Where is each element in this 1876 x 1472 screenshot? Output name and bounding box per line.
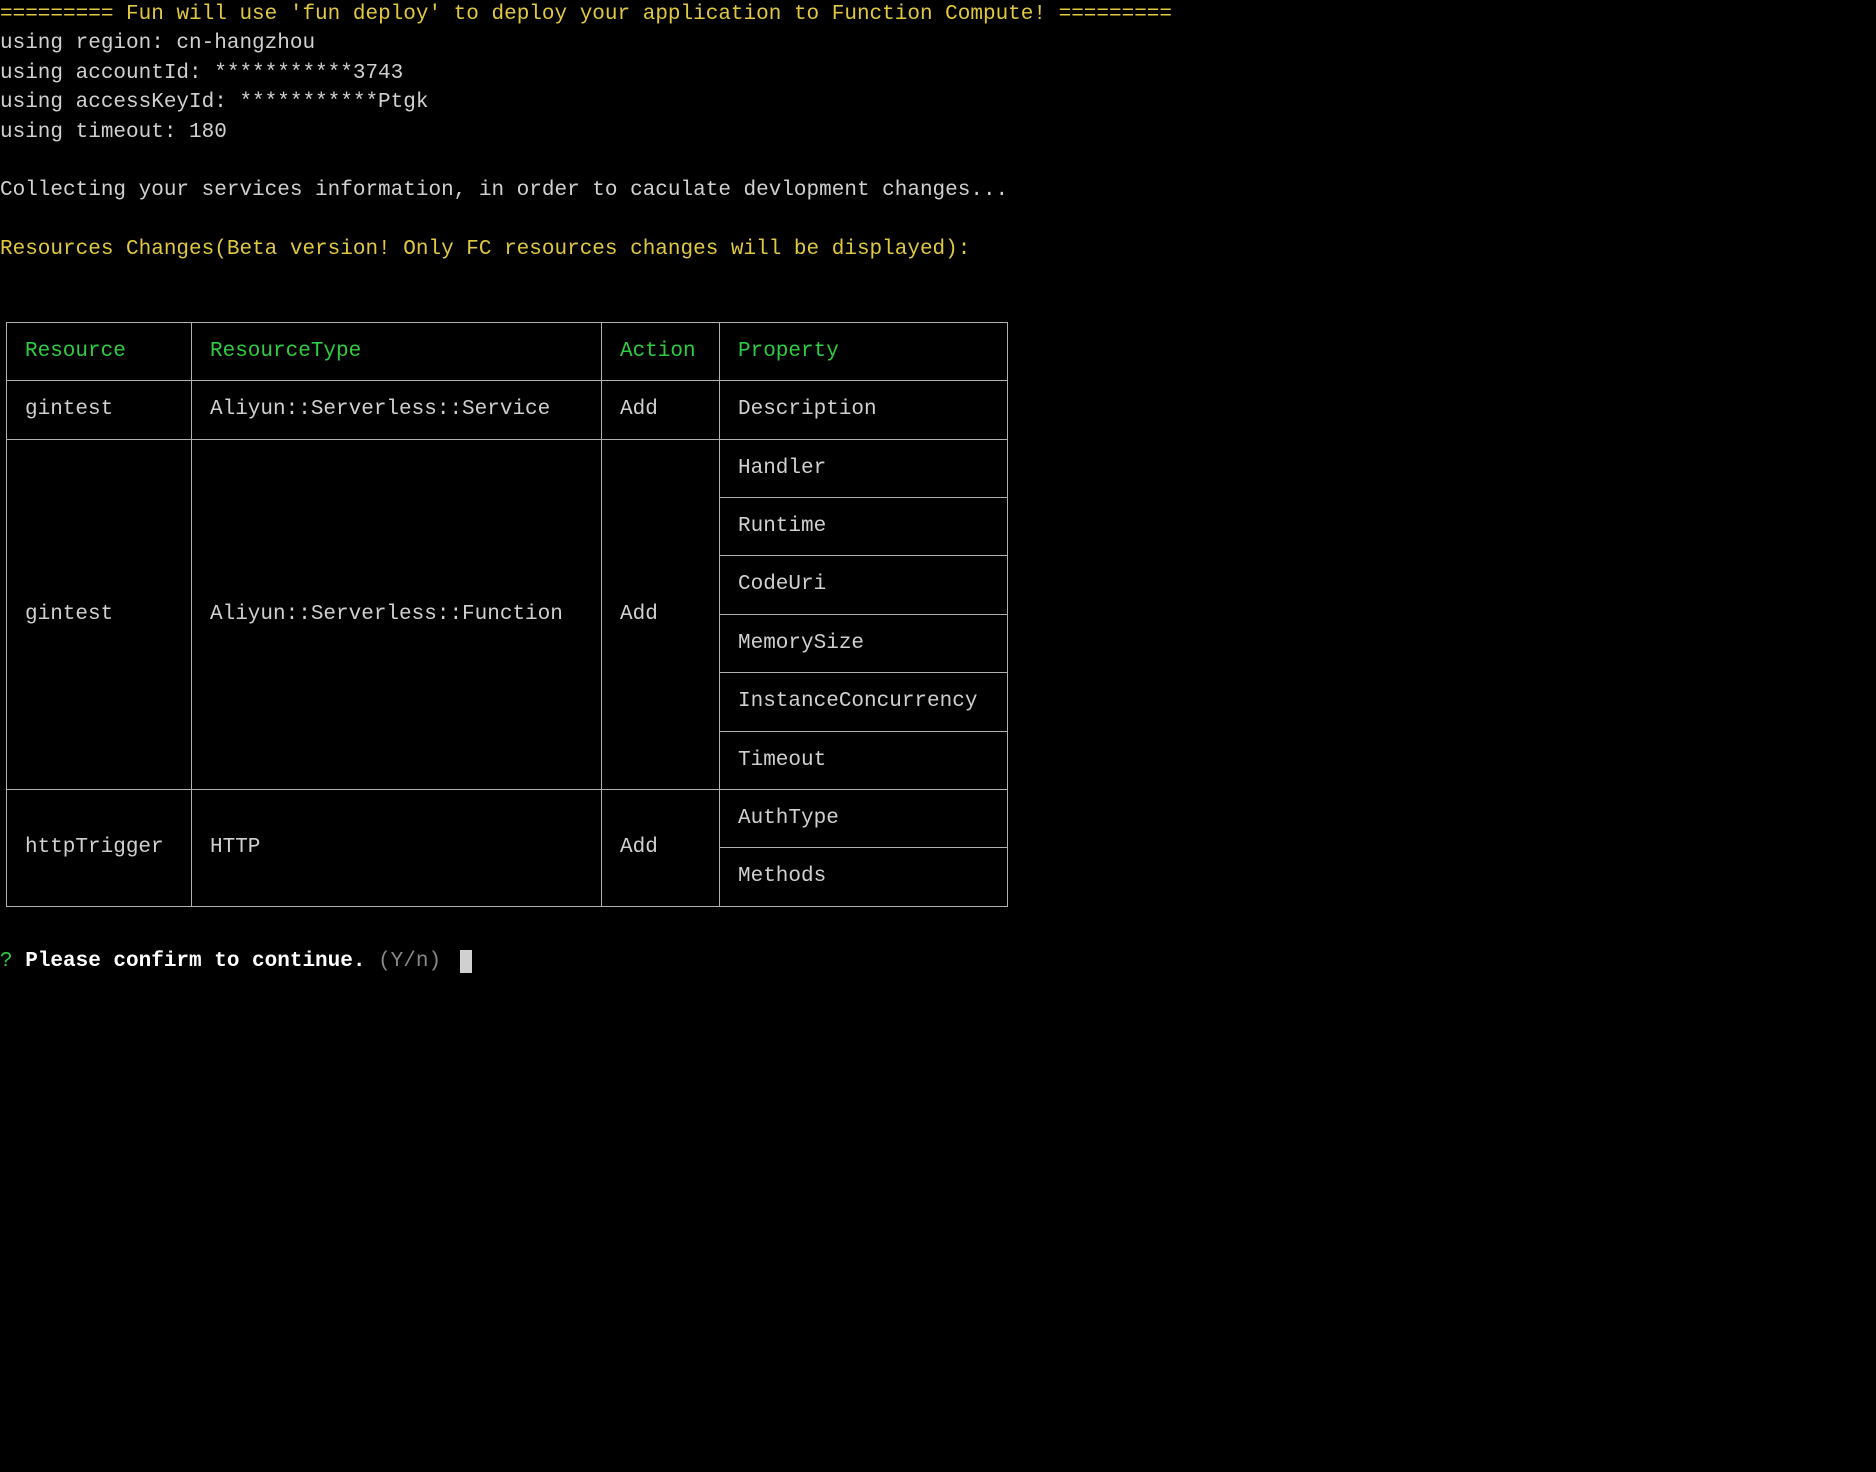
table-row: gintest Aliyun::Serverless::Service Add … xyxy=(7,381,1008,439)
property-item: Runtime xyxy=(720,498,1007,556)
cell-resource: httpTrigger xyxy=(7,790,192,907)
table-row: gintest Aliyun::Serverless::Function Add… xyxy=(7,439,1008,789)
terminal-output: ========= Fun will use 'fun deploy' to d… xyxy=(0,0,1876,976)
property-item: MemorySize xyxy=(720,615,1007,673)
header-decor-left: ========= xyxy=(0,3,113,26)
cell-property: AuthType Methods xyxy=(720,790,1008,907)
deploy-header-line: ========= Fun will use 'fun deploy' to d… xyxy=(0,0,1876,29)
cell-resource: gintest xyxy=(7,439,192,789)
property-item: CodeUri xyxy=(720,556,1007,614)
property-list: AuthType Methods xyxy=(720,790,1007,906)
property-item: Handler xyxy=(720,440,1007,498)
property-item: Methods xyxy=(720,848,1007,905)
property-item: InstanceConcurrency xyxy=(720,673,1007,731)
prompt-hint: (Y/n) xyxy=(365,950,453,973)
blank-line xyxy=(0,147,1876,176)
resources-table: Resource ResourceType Action Property gi… xyxy=(6,322,1008,907)
cursor-icon xyxy=(460,950,472,973)
cell-property: Description xyxy=(720,381,1008,439)
property-item: Timeout xyxy=(720,732,1007,789)
cell-type: Aliyun::Serverless::Function xyxy=(192,439,602,789)
th-resource: Resource xyxy=(7,322,192,380)
table-header-row: Resource ResourceType Action Property xyxy=(7,322,1008,380)
info-account-id: using accountId: ***********3743 xyxy=(0,59,1876,88)
confirm-prompt[interactable]: ? Please confirm to continue. (Y/n) xyxy=(0,947,1876,976)
property-item: Description xyxy=(720,381,1007,438)
info-region: using region: cn-hangzhou xyxy=(0,29,1876,58)
header-decor-right: ========= xyxy=(1059,3,1172,26)
cell-resource: gintest xyxy=(7,381,192,439)
resources-table-wrap: Resource ResourceType Action Property gi… xyxy=(6,322,1876,907)
property-item: AuthType xyxy=(720,790,1007,848)
cell-action: Add xyxy=(602,439,720,789)
cell-property: Handler Runtime CodeUri MemorySize Insta… xyxy=(720,439,1008,789)
info-timeout: using timeout: 180 xyxy=(0,118,1876,147)
property-list: Handler Runtime CodeUri MemorySize Insta… xyxy=(720,440,1007,789)
cell-action: Add xyxy=(602,790,720,907)
info-access-key-id: using accessKeyId: ***********Ptgk xyxy=(0,88,1876,117)
prompt-question-mark-icon: ? xyxy=(0,950,13,973)
th-action: Action xyxy=(602,322,720,380)
prompt-text: Please confirm to continue. xyxy=(13,950,366,973)
th-property: Property xyxy=(720,322,1008,380)
table-row: httpTrigger HTTP Add AuthType Methods xyxy=(7,790,1008,907)
property-list: Description xyxy=(720,381,1007,438)
blank-line xyxy=(0,265,1876,294)
blank-line xyxy=(0,206,1876,235)
th-resource-type: ResourceType xyxy=(192,322,602,380)
cell-action: Add xyxy=(602,381,720,439)
resources-changes-line: Resources Changes(Beta version! Only FC … xyxy=(0,235,1876,264)
cell-type: HTTP xyxy=(192,790,602,907)
cell-type: Aliyun::Serverless::Service xyxy=(192,381,602,439)
collecting-line: Collecting your services information, in… xyxy=(0,176,1876,205)
header-text: Fun will use 'fun deploy' to deploy your… xyxy=(126,3,1046,26)
